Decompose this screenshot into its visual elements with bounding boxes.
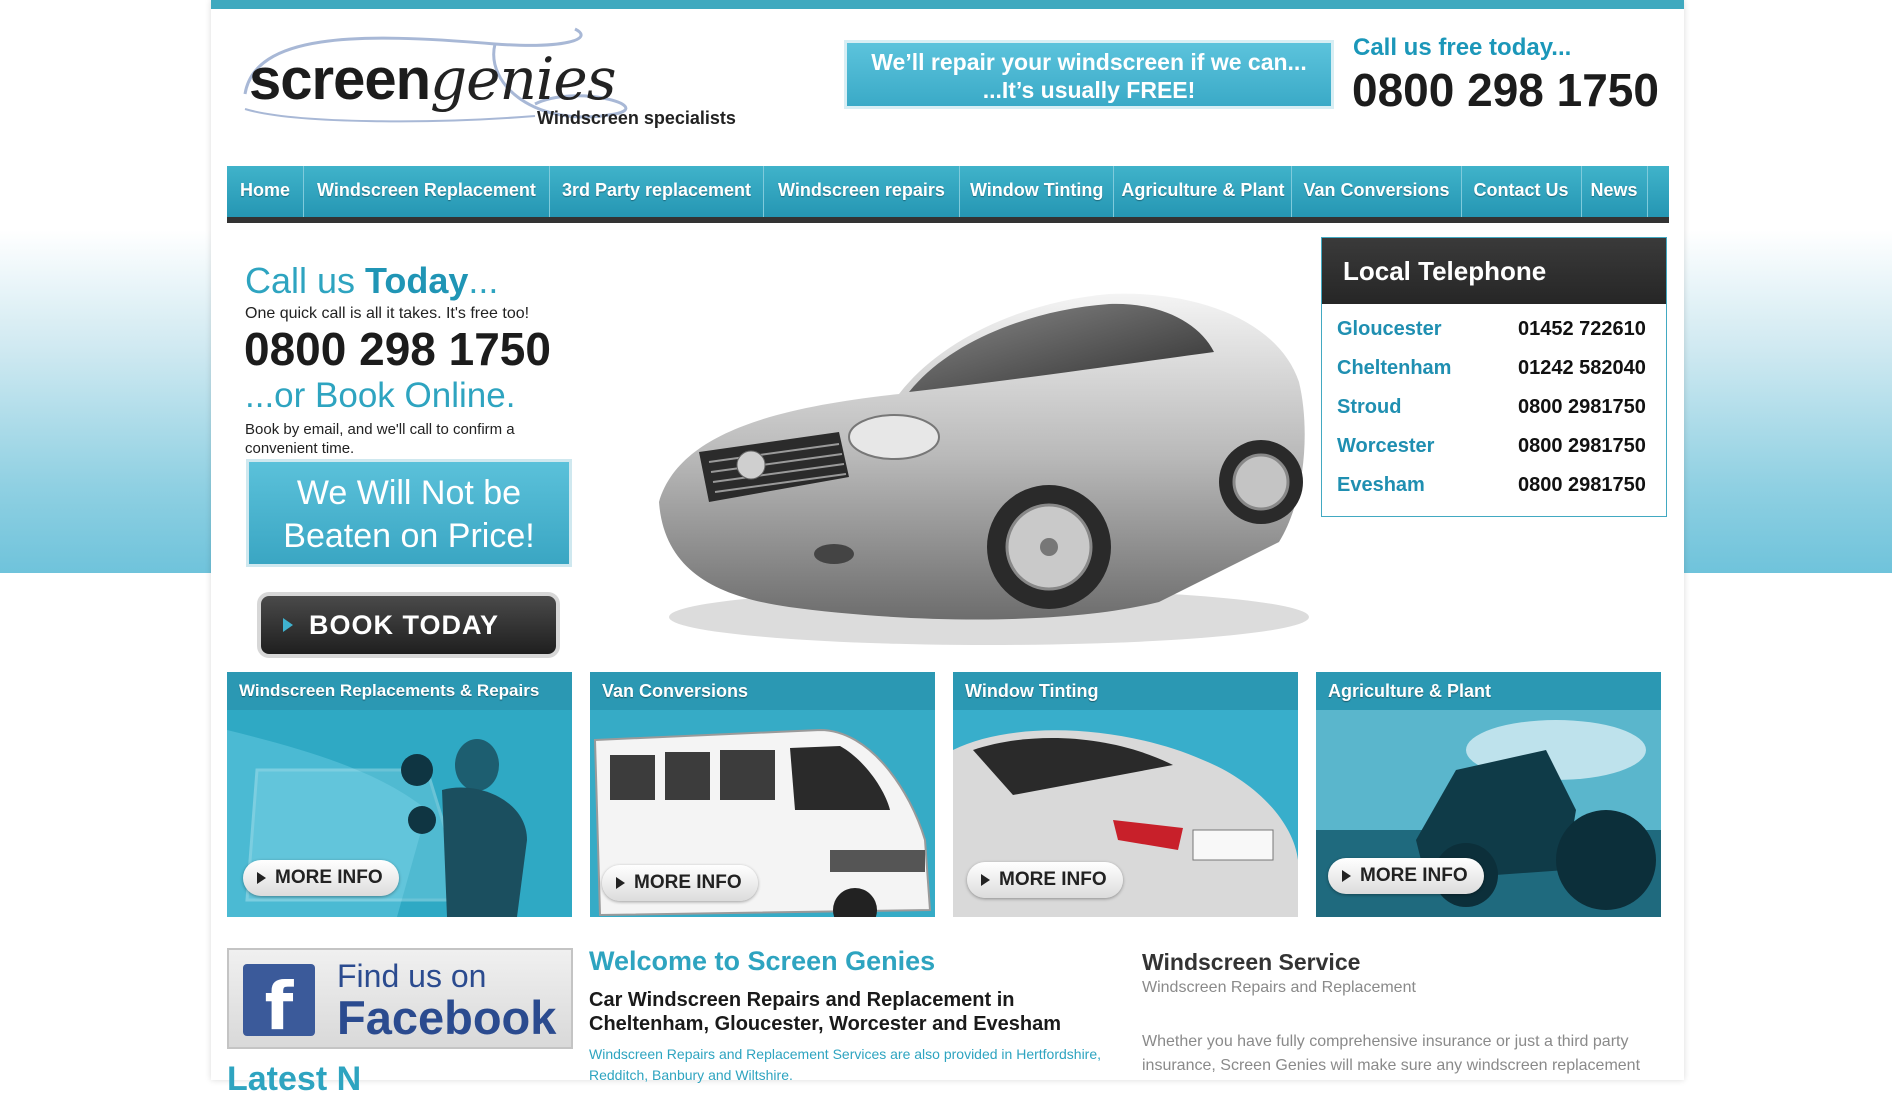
free-repair-banner[interactable]: We’ll repair your windscreen if we can..…	[844, 40, 1334, 109]
welcome-heading: Welcome to Screen Genies	[589, 946, 936, 976]
call-free-label: Call us free today...	[1353, 34, 1572, 61]
town-name: Stroud	[1337, 396, 1402, 418]
more-info-button[interactable]: MORE INFO	[243, 860, 399, 896]
price-promise-line-1: We Will Not be	[296, 474, 522, 512]
site-logo[interactable]: screengenies Windscreen specialists	[235, 24, 745, 134]
town-name: Gloucester	[1337, 318, 1442, 340]
local-number-row[interactable]: Stroud 0800 2981750	[1337, 396, 1657, 428]
service-card-title: Window Tinting	[953, 672, 1298, 710]
more-info-button[interactable]: MORE INFO	[967, 862, 1123, 898]
more-info-button[interactable]: MORE INFO	[602, 865, 758, 901]
facebook-badge[interactable]: f Find us on Facebook	[227, 948, 573, 1049]
nav-windscreen-replacement[interactable]: Windscreen Replacement	[304, 166, 550, 217]
book-today-button[interactable]: BOOK TODAY	[261, 596, 556, 654]
call-free-number[interactable]: 0800 298 1750	[1352, 63, 1659, 117]
windscreen-service-body: Whether you have fully comprehensive ins…	[1142, 1033, 1641, 1074]
local-number-row[interactable]: Worcester 0800 2981750	[1337, 435, 1657, 467]
more-info-button[interactable]: MORE INFO	[1328, 858, 1484, 894]
call-today-prefix: Call us	[245, 260, 366, 301]
promo-line-1: We’ll repair your windscreen if we can..…	[871, 49, 1307, 75]
town-phone[interactable]: 0800 2981750	[1518, 396, 1646, 419]
play-arrow-icon	[257, 872, 266, 884]
service-card-van[interactable]: Van Conversions MORE INFO	[590, 672, 935, 917]
nav-contact-us[interactable]: Contact Us	[1462, 166, 1582, 217]
nav-window-tinting[interactable]: Window Tinting	[960, 166, 1115, 217]
town-name: Worcester	[1337, 435, 1435, 457]
service-card-title: Windscreen Replacements & Repairs	[227, 672, 572, 710]
service-card-image: MORE INFO	[590, 710, 935, 917]
service-card-tinting[interactable]: Window Tinting MORE INFO	[953, 672, 1298, 917]
facebook-icon: f	[243, 964, 315, 1045]
local-number-row[interactable]: Cheltenham 01242 582040	[1337, 357, 1657, 389]
town-phone[interactable]: 0800 2981750	[1518, 435, 1646, 458]
book-online-heading: ...or Book Online.	[245, 376, 516, 415]
top-accent-bar	[211, 0, 1684, 9]
price-promise-banner[interactable]: We Will Not be Beaten on Price!	[246, 459, 572, 567]
service-card-image: MORE INFO	[1316, 710, 1661, 917]
logo-tagline: Windscreen specialists	[537, 108, 736, 128]
promo-line-2: ...It’s usually FREE!	[982, 77, 1196, 103]
town-phone[interactable]: 01242 582040	[1518, 357, 1646, 380]
service-card-windscreen[interactable]: Windscreen Replacements & Repairs MORE I…	[227, 672, 572, 917]
local-number-row[interactable]: Gloucester 01452 722610	[1337, 318, 1657, 350]
play-arrow-icon	[616, 877, 625, 889]
call-today-heading: Call us Today...	[245, 260, 498, 302]
service-card-title: Agriculture & Plant	[1316, 672, 1661, 710]
more-info-label: MORE INFO	[999, 869, 1107, 890]
play-arrow-icon	[981, 874, 990, 886]
nav-windscreen-repairs[interactable]: Windscreen repairs	[764, 166, 960, 217]
local-numbers-panel: Local Telephone Numbers Gloucester 01452…	[1321, 237, 1667, 517]
play-arrow-icon	[1342, 870, 1351, 882]
more-info-label: MORE INFO	[275, 867, 383, 888]
local-numbers-title: Local Telephone Numbers	[1322, 238, 1666, 352]
town-phone[interactable]: 0800 2981750	[1518, 474, 1646, 497]
windscreen-service-subheading: Windscreen Repairs and Replacement	[1142, 979, 1416, 996]
nav-3rd-party-replacement[interactable]: 3rd Party replacement	[550, 166, 765, 217]
logo-word-genies: genies	[430, 45, 616, 113]
silver-car-image	[659, 293, 1309, 645]
price-promise-line-2: Beaten on Price!	[283, 517, 535, 555]
welcome-subheading: Car Windscreen Repairs and Replacement i…	[589, 989, 1062, 1035]
hero-phone-number[interactable]: 0800 298 1750	[244, 322, 551, 376]
call-today-suffix: ...	[468, 260, 499, 301]
logo-word-screen: screen	[249, 47, 431, 112]
town-phone[interactable]: 01452 722610	[1518, 318, 1646, 341]
service-card-agriculture[interactable]: Agriculture & Plant MORE INFO	[1316, 672, 1661, 917]
service-card-image: MORE INFO	[953, 710, 1298, 917]
town-name: Cheltenham	[1337, 357, 1452, 379]
page-container: screengenies Windscreen specialists We’l…	[211, 0, 1684, 1098]
call-today-bold: Today	[365, 260, 469, 301]
play-arrow-icon	[283, 618, 293, 632]
windscreen-service-heading: Windscreen Service	[1142, 949, 1361, 975]
book-today-label: BOOK TODAY	[309, 610, 500, 640]
local-number-row[interactable]: Evesham 0800 2981750	[1337, 474, 1657, 506]
service-card-title: Van Conversions	[590, 672, 935, 710]
nav-home[interactable]: Home	[227, 166, 305, 217]
facebook-line-2: Facebook	[337, 991, 557, 1044]
more-info-label: MORE INFO	[1360, 865, 1468, 886]
nav-news[interactable]: News	[1582, 166, 1648, 217]
book-online-text: Book by email, and we'll call to confirm…	[245, 421, 515, 457]
nav-agriculture-plant[interactable]: Agriculture & Plant	[1114, 166, 1293, 217]
quick-call-text: One quick call is all it takes. It's fre…	[245, 305, 530, 322]
logo-wordmark: screengenies	[249, 47, 616, 112]
service-card-image: MORE INFO	[227, 710, 572, 917]
more-info-label: MORE INFO	[634, 872, 742, 893]
main-nav: Home Windscreen Replacement 3rd Party re…	[227, 166, 1669, 223]
nav-van-conversions[interactable]: Van Conversions	[1292, 166, 1462, 217]
town-name: Evesham	[1337, 474, 1425, 496]
